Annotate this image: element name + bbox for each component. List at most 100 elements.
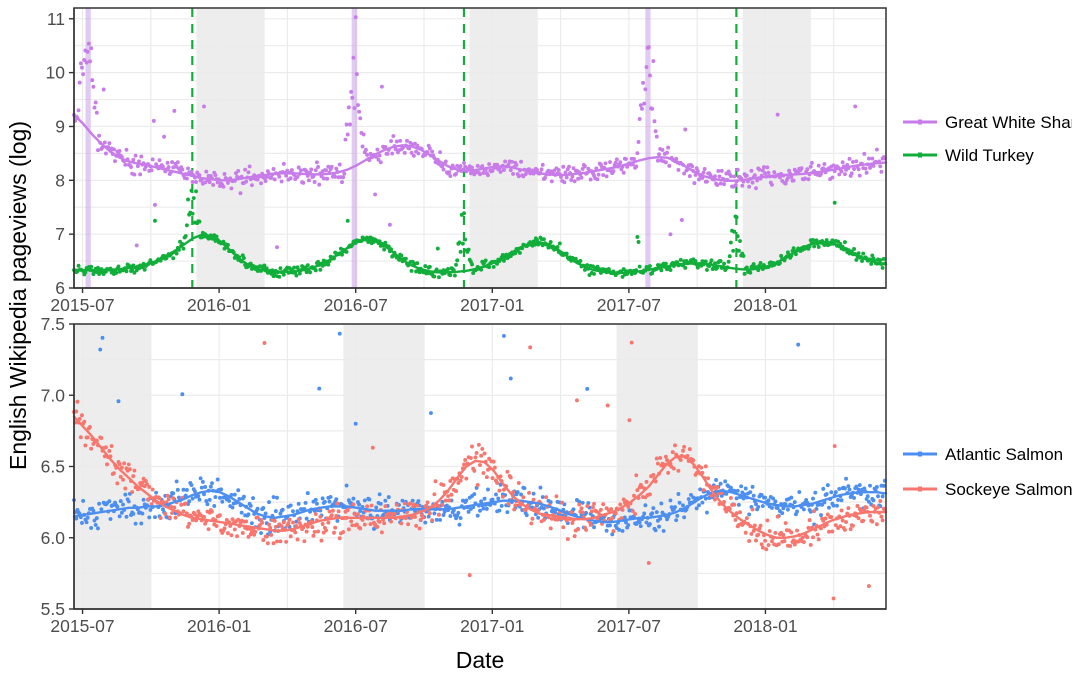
data-point [576, 176, 581, 181]
data-point [202, 104, 206, 109]
data-point [577, 502, 582, 507]
data-point [482, 451, 487, 456]
data-point [579, 506, 584, 511]
data-point [757, 167, 762, 172]
legend-top-item-0[interactable]: Great White Shark [903, 113, 1072, 132]
data-point [236, 488, 241, 493]
data-point [77, 80, 82, 85]
data-point [740, 183, 745, 188]
data-point [240, 531, 245, 535]
data-point [638, 103, 643, 108]
data-point [682, 515, 687, 520]
data-point [528, 345, 533, 350]
data-point [126, 499, 131, 504]
data-point [663, 454, 668, 459]
legend-bottom-item-1[interactable]: Sockeye Salmon . [903, 480, 1072, 499]
data-point [360, 144, 365, 149]
data-point [722, 182, 727, 187]
data-point [378, 501, 383, 506]
data-point [601, 502, 606, 507]
data-point [308, 270, 313, 275]
data-point [651, 506, 656, 511]
data-point [728, 174, 733, 179]
data-point [497, 508, 502, 513]
data-point [113, 159, 118, 164]
data-point [479, 453, 484, 458]
data-point [539, 167, 544, 172]
data-point [711, 485, 716, 490]
data-point [509, 159, 514, 164]
data-point [683, 265, 688, 270]
data-point [235, 534, 240, 539]
data-point [758, 523, 763, 528]
x-axis-tick-label: 2017-07 [597, 616, 661, 636]
data-point [328, 494, 333, 499]
data-point [107, 141, 112, 146]
data-point [394, 502, 399, 507]
data-point [314, 501, 319, 506]
x-axis-tick-label: 2017-01 [460, 295, 524, 315]
data-point [427, 264, 432, 269]
data-point [801, 507, 806, 512]
data-point [362, 522, 367, 527]
y-axis-tick-label: 7 [55, 224, 65, 244]
data-point [311, 533, 316, 538]
data-point [333, 174, 338, 179]
data-point [353, 15, 358, 20]
data-point [481, 506, 486, 511]
y-axis-tick-label: 9 [55, 116, 65, 136]
data-point [96, 148, 100, 153]
data-point [698, 487, 703, 492]
data-point [241, 494, 246, 499]
data-point [503, 159, 508, 164]
data-point [313, 497, 318, 502]
data-point [754, 186, 758, 191]
data-point [76, 108, 81, 113]
data-point [470, 165, 474, 170]
data-point [237, 497, 242, 501]
data-point [610, 516, 615, 520]
data-point [153, 218, 157, 223]
data-point [229, 533, 234, 538]
legend-top-item-1[interactable]: Wild Turkey [903, 146, 1034, 165]
data-point [358, 116, 363, 121]
data-point [398, 138, 403, 143]
data-point [134, 243, 139, 248]
data-point [205, 502, 210, 507]
data-point [870, 156, 875, 161]
data-point [260, 520, 265, 525]
data-point [429, 411, 433, 415]
data-point [263, 179, 268, 183]
data-point [337, 331, 342, 336]
data-point [80, 413, 84, 418]
data-point [540, 495, 545, 499]
data-point [618, 160, 623, 165]
data-point [458, 478, 463, 483]
data-point [832, 444, 837, 448]
legend-bottom-item-0[interactable]: Atlantic Salmon [903, 445, 1063, 464]
data-point [230, 517, 235, 522]
data-point [665, 150, 669, 155]
data-point [310, 525, 315, 530]
data-point [271, 495, 276, 499]
data-point [416, 499, 421, 504]
data-point [785, 507, 790, 512]
data-point [281, 272, 286, 277]
data-point [386, 495, 391, 500]
data-point [585, 386, 590, 391]
data-point [92, 105, 97, 110]
data-point [643, 503, 648, 508]
data-point [123, 492, 128, 497]
data-point [433, 479, 438, 484]
data-point [668, 268, 673, 272]
data-point [765, 518, 770, 523]
data-point [320, 522, 325, 526]
data-point [536, 515, 541, 520]
data-point [864, 170, 869, 175]
data-point [187, 499, 192, 504]
data-point [524, 513, 529, 518]
data-point [735, 488, 740, 493]
data-point [478, 508, 482, 513]
data-point [337, 162, 342, 167]
data-point [633, 511, 638, 516]
